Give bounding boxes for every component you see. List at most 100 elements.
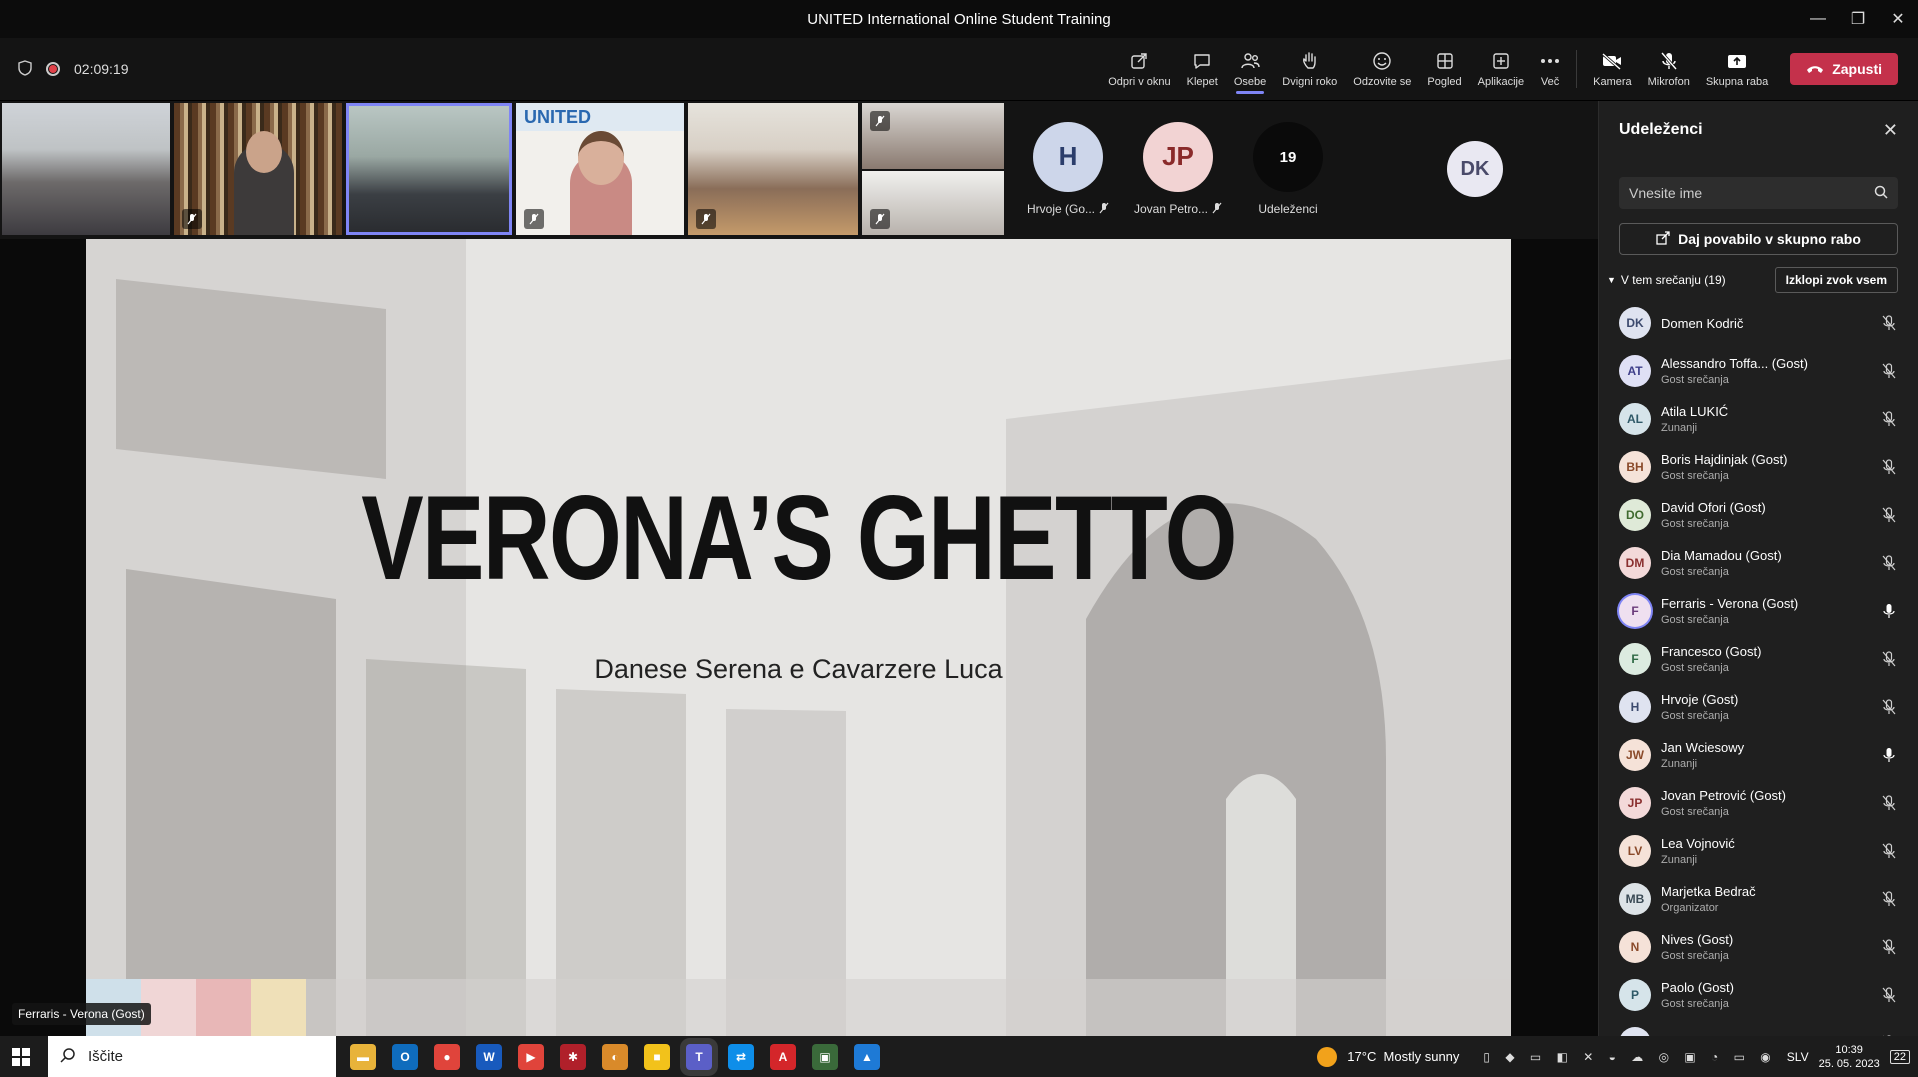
system-tray: 17°C Mostly sunny ▯ ◆ ▭ ◧ ✕ ◒ ☁ ◎ ▣ ◔ ▭ … [1317, 1036, 1918, 1077]
mic-icon[interactable] [1880, 747, 1898, 763]
participant-name: Hrvoje (Go... [1026, 202, 1095, 216]
tray-icons[interactable]: ▯ ◆ ▭ ◧ ✕ ◒ ☁ ◎ ▣ ◔ ▭ ◉ [1483, 1050, 1776, 1064]
participant-search-input[interactable]: Vnesite ime [1619, 177, 1898, 209]
installer-icon[interactable]: ▣ [812, 1043, 838, 1070]
video-tile-woman[interactable]: UNITED [516, 103, 684, 235]
participant-row[interactable]: P Paolo (Gost) Gost srečanja [1599, 971, 1918, 1019]
participant-row[interactable]: DM Dia Mamadou (Gost) Gost srečanja [1599, 539, 1918, 587]
popout-button[interactable]: Odpri v oknu [1100, 38, 1178, 100]
share-invite-button[interactable]: Daj povabilo v skupno rabo [1619, 223, 1898, 255]
muted-mic-icon[interactable] [1880, 411, 1898, 427]
avatar: JP [1143, 121, 1213, 192]
muted-mic-icon[interactable] [1880, 795, 1898, 811]
muted-mic-icon[interactable] [1880, 987, 1898, 1003]
muted-mic-icon[interactable] [1880, 507, 1898, 523]
people-button[interactable]: Osebe [1226, 38, 1274, 100]
participant-row[interactable]: N Nives (Gost) Gost srečanja [1599, 923, 1918, 971]
restore-icon[interactable]: ❐ [1838, 0, 1878, 38]
photos-icon[interactable]: ▲ [854, 1043, 880, 1070]
chat-icon [1192, 50, 1212, 72]
video-tile-library[interactable] [174, 103, 342, 235]
toolbar-label: Skupna raba [1705, 76, 1769, 88]
toolbar-label: Klepet [1186, 76, 1218, 88]
participant-row[interactable]: H Hrvoje (Gost) Gost srečanja [1599, 683, 1918, 731]
mute-all-button[interactable]: Izklopi zvok vsem [1774, 267, 1898, 293]
muted-mic-icon[interactable] [1880, 555, 1898, 571]
view-button[interactable]: Pogled [1419, 38, 1469, 100]
word-icon[interactable]: W [476, 1043, 502, 1070]
participant-row[interactable]: DO David Ofori (Gost) Gost srečanja [1599, 491, 1918, 539]
leave-button[interactable]: Zapusti [1790, 53, 1898, 85]
participant-row[interactable]: F Francesco (Gost) Gost srečanja [1599, 635, 1918, 683]
media-player-icon[interactable]: ▶ [518, 1043, 544, 1070]
muted-mic-icon[interactable] [1880, 459, 1898, 475]
participant-count-tile[interactable]: 19 Udeleženci [1238, 103, 1338, 235]
language-indicator[interactable]: SLV [1787, 1050, 1809, 1064]
mic-icon[interactable] [1880, 603, 1898, 619]
participant-name: Atila LUKIĆ [1661, 404, 1729, 419]
file-explorer-icon[interactable]: ▬ [350, 1043, 376, 1070]
share-button[interactable]: Skupna raba [1698, 38, 1776, 100]
app-icon-multicolor[interactable]: ◐ [602, 1043, 628, 1070]
muted-mic-icon[interactable] [1880, 363, 1898, 379]
participant-row[interactable]: DK Domen Kodrič [1599, 299, 1918, 347]
chrome-icon[interactable]: ● [434, 1043, 460, 1070]
teams-icon[interactable]: T [686, 1043, 712, 1070]
participants-panel: Udeleženci ✕ Vnesite ime Daj povabilo v … [1598, 101, 1918, 1036]
section-toggle[interactable]: ▼ V tem srečanju (19) [1607, 273, 1726, 287]
muted-mic-icon[interactable] [1880, 699, 1898, 715]
taskbar-search-input[interactable]: Iščite [48, 1036, 336, 1077]
raise-hand-button[interactable]: Dvigni roko [1274, 38, 1345, 100]
app-icon-red[interactable]: ✱ [560, 1043, 586, 1070]
sticky-notes-icon[interactable]: ■ [644, 1043, 670, 1070]
weather-text[interactable]: 17°C Mostly sunny [1347, 1049, 1459, 1064]
close-window-icon[interactable]: ✕ [1878, 0, 1918, 38]
windows-start-icon[interactable] [12, 1048, 30, 1071]
minimize-icon[interactable]: — [1798, 0, 1838, 38]
camera-off-button[interactable]: Kamera [1585, 38, 1640, 100]
participant-row[interactable]: AT Alessandro Toffa... (Gost) Gost srečanj… [1599, 347, 1918, 395]
participant-row[interactable]: MB Marjetka Bedrač Organizator [1599, 875, 1918, 923]
muted-mic-icon[interactable] [1880, 651, 1898, 667]
chat-button[interactable]: Klepet [1179, 38, 1226, 100]
participant-tile-jovan[interactable]: JP Jovan Petro... [1128, 103, 1228, 235]
toolbar-label: Dvigni roko [1282, 76, 1338, 88]
video-tile-person-1[interactable] [862, 103, 1004, 169]
avatar: DO [1619, 499, 1651, 531]
self-tile[interactable]: DK [1425, 103, 1525, 235]
video-tile-classroom-1[interactable] [2, 103, 170, 235]
video-tile-classroom-2[interactable] [688, 103, 858, 235]
muted-mic-icon[interactable] [1880, 891, 1898, 907]
participant-row[interactable]: LV Lea Vojnović Zunanji [1599, 827, 1918, 875]
video-tile-person-2[interactable] [862, 171, 1004, 235]
acrobat-icon[interactable]: A [770, 1043, 796, 1070]
participant-row[interactable]: AL Atila LUKIĆ Zunanji [1599, 395, 1918, 443]
participant-row[interactable]: JW Jan Wciesowy Zunanji [1599, 731, 1918, 779]
participant-row[interactable]: F Ferraris - Verona (Gost) Gost srečanja [1599, 587, 1918, 635]
participant-tile-hrvoje[interactable]: H Hrvoje (Go... [1018, 103, 1118, 235]
participant-row[interactable]: JP Jovan Petrović (Gost) Gost srečanja [1599, 779, 1918, 827]
more-button[interactable]: Več [1532, 38, 1568, 100]
participant-name: Hrvoje (Gost) [1661, 692, 1739, 707]
muted-mic-icon [524, 209, 544, 229]
clock[interactable]: 10:39 25. 05. 2023 [1819, 1043, 1880, 1071]
participant-role: Organizator [1661, 902, 1719, 914]
toolbar-label: Aplikacije [1477, 76, 1525, 88]
close-panel-icon[interactable]: ✕ [1883, 120, 1898, 141]
muted-mic-icon[interactable] [1880, 843, 1898, 859]
outlook-icon[interactable]: O [392, 1043, 418, 1070]
teamviewer-icon[interactable]: ⇄ [728, 1043, 754, 1070]
view-icon [1436, 50, 1454, 72]
participant-row[interactable]: SBsabrina berisha (Gost) [1599, 1019, 1918, 1036]
notification-badge[interactable]: 22 [1889, 1049, 1910, 1064]
mic-off-button[interactable]: Mikrofon [1640, 38, 1698, 100]
toolbar-actions: Odpri v oknu Klepet Osebe Dvigni roko Odzovi… [1100, 38, 1898, 100]
muted-mic-icon[interactable] [1880, 315, 1898, 331]
apps-button[interactable]: Aplikacije [1470, 38, 1532, 100]
video-tile-computer-lab[interactable] [346, 103, 512, 235]
participant-role: Zunanji [1661, 758, 1698, 770]
participant-row[interactable]: BH Boris Hajdinjak (Gost) Gost srečanja [1599, 443, 1918, 491]
weather-icon[interactable] [1317, 1046, 1338, 1067]
muted-mic-icon[interactable] [1880, 939, 1898, 955]
react-button[interactable]: Odzovite se [1345, 38, 1419, 100]
